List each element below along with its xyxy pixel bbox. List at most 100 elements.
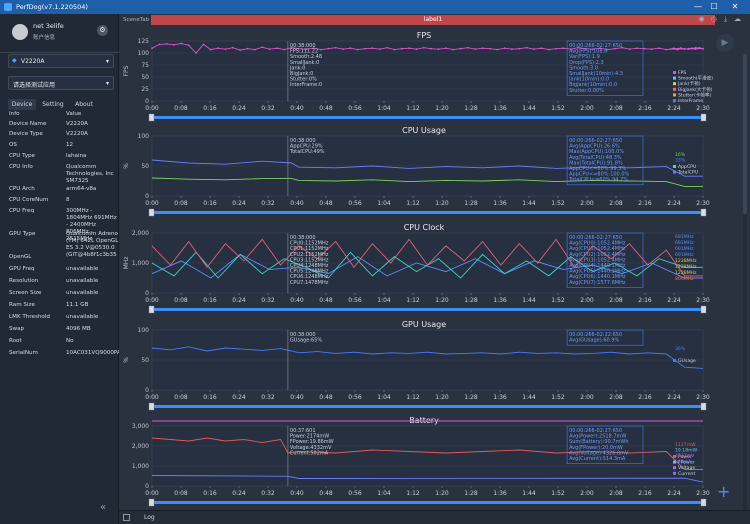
chart-svg[interactable]: 01,0002,000MHz00:38:000CPU0:1152MHzCPU1:… [119, 223, 729, 317]
row-key: CPU Arch [9, 186, 35, 192]
x-tick-label: 1:36 [493, 394, 507, 401]
vertical-scrollbar[interactable] [743, 54, 747, 509]
x-tick-label: 0:08 [174, 105, 188, 112]
row-value: arm64-v8a [66, 186, 97, 192]
maximize-button[interactable]: ☐ [706, 2, 722, 11]
x-tick-label: 1:04 [377, 490, 391, 497]
minimize-button[interactable]: — [690, 2, 706, 11]
right-value-label: 19.18mW [675, 448, 698, 454]
range-slider-handle-left [148, 305, 155, 314]
range-slider-handle-left [148, 498, 155, 507]
chart-3: GPU Usage 0 50 100% 00:38:000 GUsage:65% 00:00… [119, 320, 729, 414]
x-tick-label: 2:00 [580, 105, 594, 112]
tab-setting[interactable]: Setting [38, 99, 68, 110]
legend-swatch [673, 165, 676, 168]
data-point [371, 47, 374, 50]
x-tick-label: 1:36 [493, 105, 507, 112]
download-icon[interactable]: ⤓ [721, 15, 730, 24]
data-point [687, 47, 690, 50]
y-tick-label: 2,000 [132, 443, 149, 450]
cloud-icon[interactable]: ☁ [733, 15, 742, 24]
chart-svg[interactable]: 0255075100125FPS00:38:000FPS:111.22Smoot… [119, 31, 729, 125]
x-tick-label: 0:24 [232, 297, 246, 304]
play-record-icon[interactable]: ▶ [716, 34, 734, 52]
row-key: Screen Size [9, 290, 42, 296]
data-point [430, 47, 433, 50]
row-value: 12 [66, 142, 74, 148]
right-value-label: 691MHz [675, 240, 694, 246]
x-tick-label: 1:28 [464, 394, 478, 401]
x-tick-label: 1:52 [551, 297, 565, 304]
close-button[interactable]: ✕ [727, 2, 743, 11]
add-chart-icon[interactable]: + [717, 482, 730, 501]
x-tick-label: 2:16 [638, 200, 652, 207]
y-tick-label: 3,000 [132, 423, 149, 430]
chart-svg[interactable]: 050100%00:38:000AppCPU:29%TotalCPU:49%00… [119, 126, 729, 220]
range-slider-track [152, 501, 703, 504]
sidebar: net 3elife 账户信息 ⚙ ◆ V2220A ▾ 请选择测试应用 ▾ D… [0, 14, 121, 524]
location-icon[interactable]: ◉ [697, 15, 706, 24]
log-checkbox[interactable] [123, 514, 130, 521]
tab-device[interactable]: Device [8, 99, 36, 110]
x-tick-label: 2:16 [638, 490, 652, 497]
collapse-sidebar-icon[interactable]: « [100, 502, 106, 513]
right-value-label: 33% [675, 158, 686, 164]
log-label[interactable]: Log [144, 514, 155, 521]
right-value-label: 691MHz [675, 252, 694, 258]
cursor-readout: TotalCPU:49% [289, 149, 325, 155]
sidebar-tabs: Device Setting About [8, 99, 114, 110]
x-tick-label: 1:36 [493, 297, 507, 304]
scene-tab-label: SceneTab [123, 17, 150, 23]
right-value-label: 1127mW [675, 442, 696, 448]
x-tick-label: 1:12 [406, 297, 420, 304]
legend-label: InterFrame [678, 98, 703, 104]
chart-svg[interactable]: 01,0002,0003,00000:37:601Power:2174mWFPo… [119, 416, 729, 510]
clock-icon[interactable]: ◷ [709, 15, 718, 24]
range-stat: Avg(GUsage):60.9% [569, 338, 619, 344]
row-value: 11.1 GB [66, 302, 89, 308]
tab-about[interactable]: About [70, 99, 98, 110]
account-info-link[interactable]: 账户信息 [33, 33, 55, 41]
row-key: Swap [9, 326, 25, 332]
row-key: GPU Freq [9, 266, 35, 272]
range-slider-handle-right [700, 305, 707, 314]
device-select[interactable]: ◆ V2220A ▾ [8, 54, 114, 68]
legend-label: Current [678, 471, 695, 477]
right-value-label: 1228MHz [675, 258, 697, 264]
legend-swatch [673, 82, 676, 86]
chart-svg[interactable]: 050100%00:38:000GUsage:65%00:00:266-02:2… [119, 320, 729, 414]
data-point [489, 47, 491, 50]
settings-gear-icon[interactable]: ⚙ [97, 25, 108, 36]
x-tick-label: 0:48 [319, 297, 333, 304]
avatar[interactable] [12, 24, 28, 40]
cursor-readout: GUsage:65% [290, 338, 323, 344]
y-tick-label: 125 [138, 38, 150, 45]
x-tick-label: 1:44 [522, 490, 536, 497]
data-point [540, 47, 543, 50]
app-select[interactable]: 请选择测试应用 ▾ [8, 76, 114, 90]
data-point [628, 48, 631, 51]
data-point [459, 47, 462, 50]
data-point [231, 46, 234, 49]
data-point [158, 43, 161, 46]
app-select-placeholder: 请选择测试应用 [13, 82, 56, 89]
scrollbar-thumb[interactable] [743, 54, 747, 214]
android-icon: ◆ [12, 57, 17, 64]
legend-swatch [673, 93, 676, 97]
row-key: Resolution [9, 278, 39, 284]
data-point [151, 47, 153, 50]
data-point [467, 46, 469, 49]
chart-0: FPS 0 25 50 75 100 125 FPS 00:38:000 FPS:111.22 Sm… [119, 31, 729, 125]
x-tick-label: 2:16 [638, 105, 652, 112]
x-tick-label: 1:20 [435, 200, 449, 207]
data-point [378, 48, 381, 51]
scene-label-bar[interactable]: label1 [151, 15, 715, 25]
data-point [525, 46, 528, 49]
data-point [496, 48, 499, 51]
legend-label: FPS [678, 70, 686, 76]
x-tick-label: 2:24 [667, 105, 681, 112]
legend-swatch [673, 466, 676, 470]
data-point [386, 46, 388, 49]
data-point [342, 48, 344, 51]
legend-label: Voltage [678, 465, 695, 471]
